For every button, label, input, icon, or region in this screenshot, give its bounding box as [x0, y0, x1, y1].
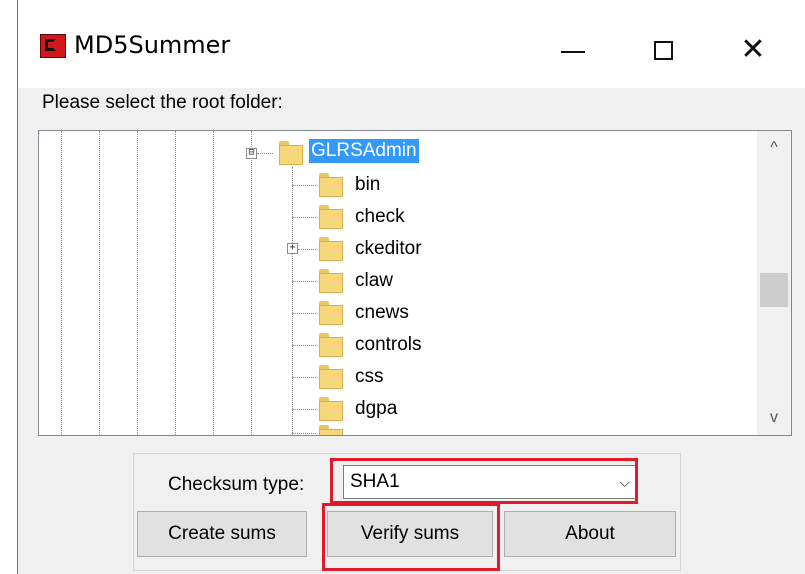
- scroll-up-arrow-icon[interactable]: ^: [757, 131, 791, 165]
- tree-guide-line: [251, 131, 252, 435]
- tree-node-ckeditor[interactable]: ckeditor: [353, 237, 424, 261]
- chevron-down-icon[interactable]: ⌵: [619, 466, 630, 498]
- expand-icon[interactable]: +: [287, 243, 298, 254]
- scrollbar-thumb[interactable]: [760, 273, 788, 307]
- tree-connector: [292, 185, 316, 186]
- close-icon: ✕: [740, 32, 766, 67]
- checksum-type-select[interactable]: SHA1 ⌵: [343, 465, 637, 499]
- minimize-button[interactable]: [538, 20, 608, 80]
- folder-icon: [279, 141, 303, 165]
- folder-icon: [319, 333, 343, 357]
- create-sums-button[interactable]: Create sums: [137, 511, 307, 557]
- maximize-icon: [653, 40, 673, 60]
- md5summer-app-icon[interactable]: [40, 34, 66, 58]
- tree-connector: [292, 281, 316, 282]
- tree-node-bin[interactable]: bin: [353, 173, 382, 197]
- folder-icon: [319, 173, 343, 197]
- desktop-edge: [0, 0, 17, 574]
- tree-node-claw[interactable]: claw: [353, 269, 395, 293]
- tree-connector: [298, 249, 316, 250]
- tree-guide-line: [61, 131, 62, 435]
- tree-connector: [257, 153, 273, 154]
- folder-tree[interactable]: ⊟ GLRSAdmin bin check + ckeditor claw cn…: [38, 130, 792, 436]
- title-bar[interactable]: MD5Summer ✕: [18, 0, 805, 88]
- folder-icon: [319, 365, 343, 389]
- checksum-type-value: SHA1: [350, 471, 400, 492]
- tree-node-cnews[interactable]: cnews: [353, 301, 411, 325]
- tree-vertical-scrollbar[interactable]: ^ v: [757, 131, 791, 435]
- tree-node-controls[interactable]: controls: [353, 333, 424, 357]
- folder-icon: [319, 397, 343, 421]
- minimize-icon: [561, 51, 585, 53]
- folder-icon: [319, 301, 343, 325]
- tree-node-css[interactable]: css: [353, 365, 386, 389]
- folder-icon: [319, 425, 343, 435]
- tree-guide-line: [213, 131, 214, 435]
- tree-connector: [292, 409, 316, 410]
- close-button[interactable]: ✕: [718, 20, 788, 80]
- tree-connector: [292, 217, 316, 218]
- folder-icon: [319, 269, 343, 293]
- scroll-down-arrow-icon[interactable]: v: [757, 401, 791, 435]
- tree-guide-line: [292, 167, 293, 435]
- tree-node-check[interactable]: check: [353, 205, 407, 229]
- folder-icon: [319, 205, 343, 229]
- tree-node-dgpa[interactable]: dgpa: [353, 397, 399, 421]
- folder-icon: [319, 237, 343, 261]
- tree-connector: [292, 345, 316, 346]
- tree-node-glrsadmin[interactable]: GLRSAdmin: [309, 139, 419, 163]
- maximize-button[interactable]: [628, 20, 698, 80]
- collapse-icon[interactable]: ⊟: [246, 148, 257, 159]
- tree-guide-line: [99, 131, 100, 435]
- root-folder-prompt: Please select the root folder:: [42, 92, 283, 113]
- tree-connector: [292, 433, 316, 434]
- tree-connector: [292, 313, 316, 314]
- checksum-type-label: Checksum type:: [168, 474, 305, 495]
- tree-guide-line: [175, 131, 176, 435]
- tree-guide-line: [137, 131, 138, 435]
- tree-connector: [292, 377, 316, 378]
- verify-sums-button[interactable]: Verify sums: [327, 511, 493, 557]
- window-title: MD5Summer: [74, 31, 231, 59]
- about-button[interactable]: About: [504, 511, 676, 557]
